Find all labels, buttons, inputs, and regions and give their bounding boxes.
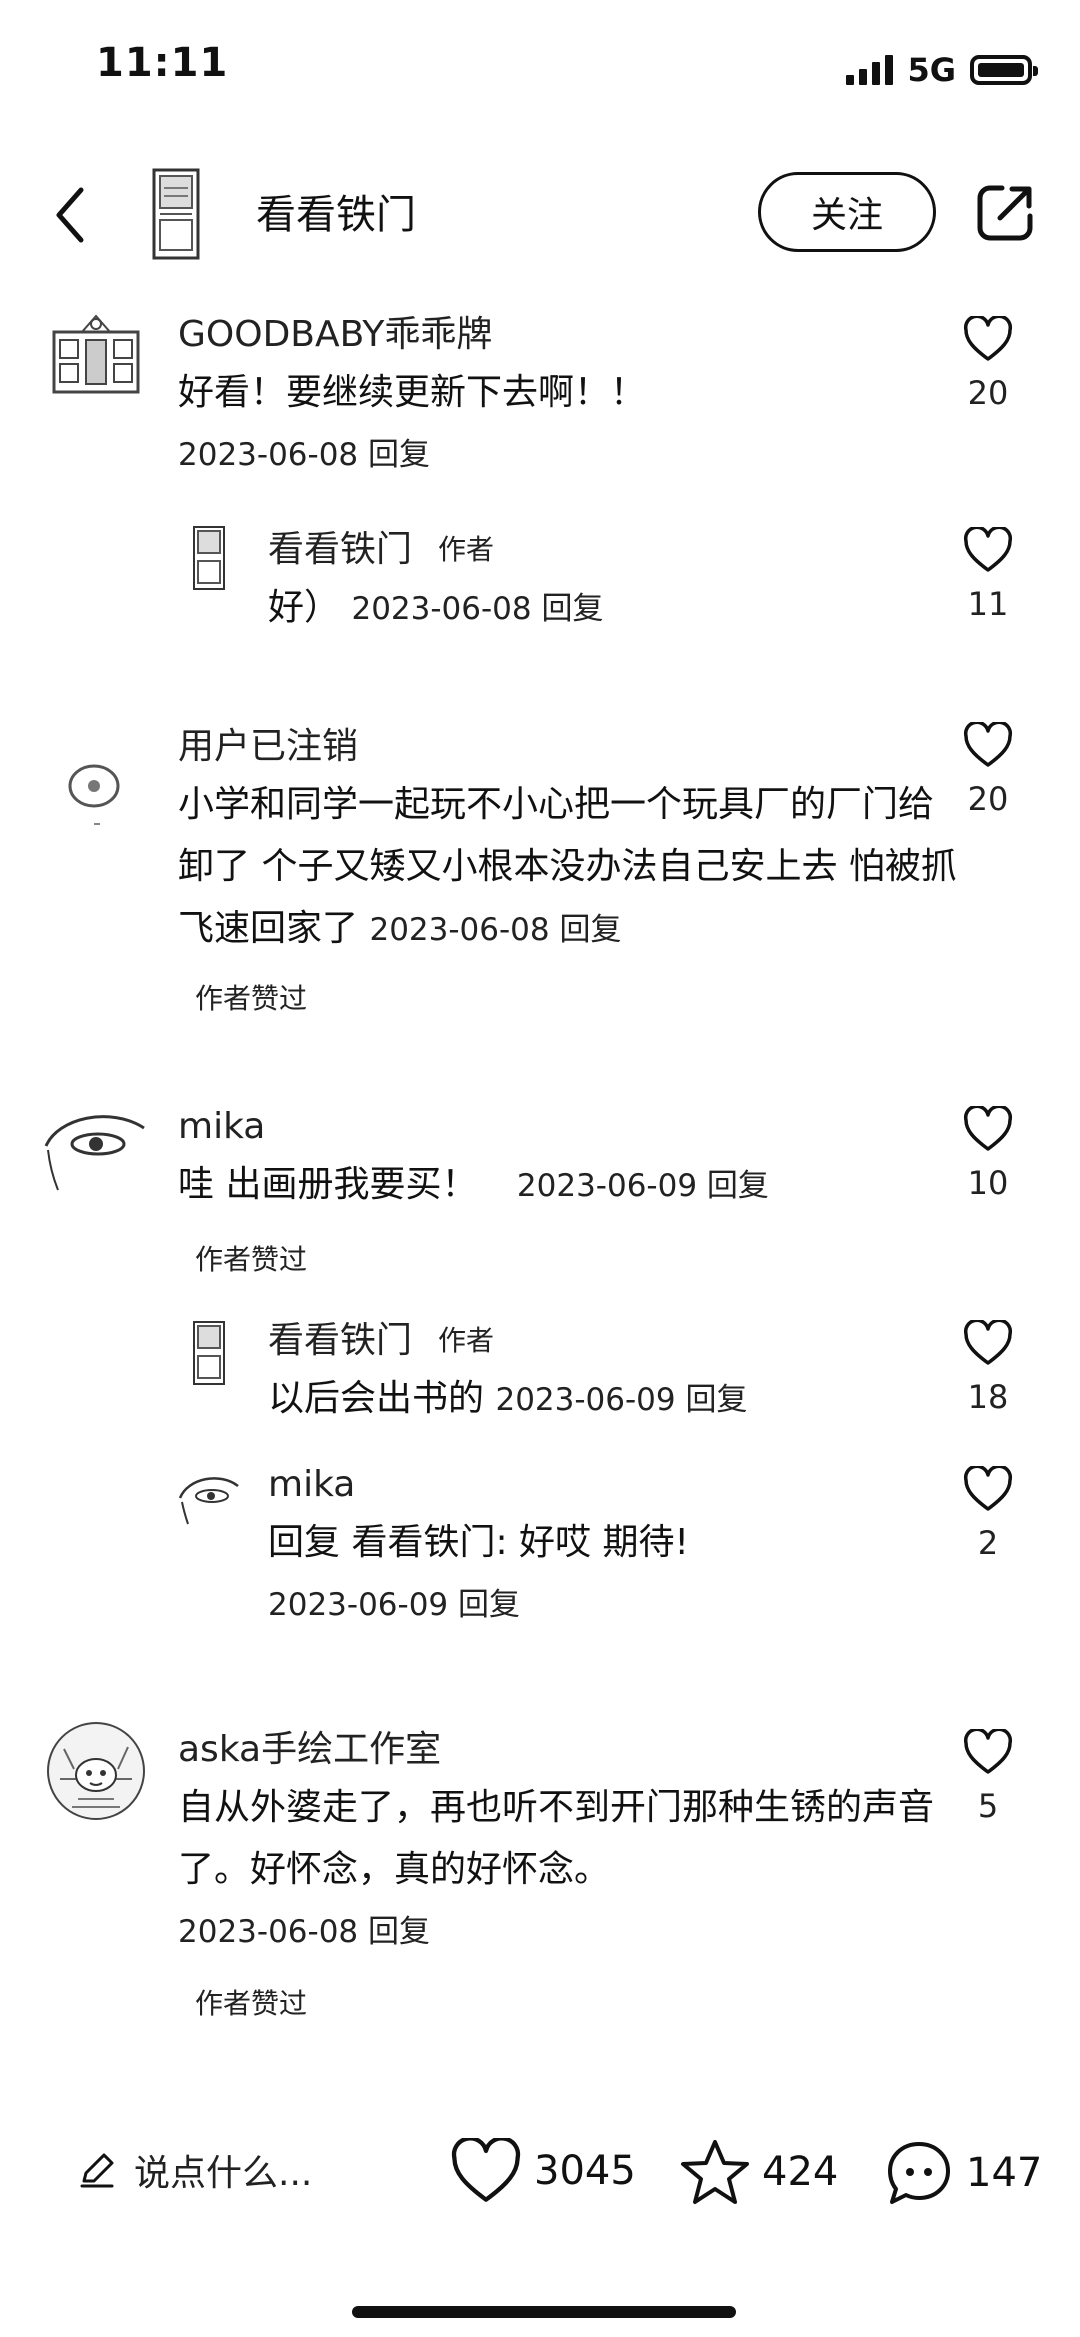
battery-icon <box>970 55 1038 85</box>
heart-icon <box>963 1320 1013 1365</box>
reply-username[interactable]: 看看铁门 <box>268 1316 412 1366</box>
reply-date-reply[interactable]: 2023-06-09 回复 <box>495 1382 747 1418</box>
comment-date-reply[interactable]: 2023-06-08 回复 <box>178 424 948 486</box>
home-indicator[interactable] <box>352 2306 736 2318</box>
favorite-post-button[interactable]: 424 <box>680 2138 838 2206</box>
reply-body: 看看铁门 作者 以后会出书的 2023-06-09 回复 <box>268 1316 948 1431</box>
user-avatar[interactable] <box>44 310 148 414</box>
comment-like[interactable]: 5 <box>948 1729 1028 1825</box>
comment-like[interactable]: 20 <box>948 316 1028 412</box>
user-avatar[interactable] <box>44 1719 148 1823</box>
user-avatar[interactable] <box>44 732 148 836</box>
user-avatar[interactable] <box>40 1098 145 1202</box>
signal-icon <box>846 55 894 85</box>
heart-icon <box>963 1106 1013 1151</box>
heart-icon <box>963 316 1013 361</box>
user-avatar[interactable] <box>190 525 232 590</box>
reply-username[interactable]: mika <box>268 1460 948 1510</box>
like-count: 5 <box>977 1787 999 1825</box>
share-button[interactable] <box>976 182 1036 242</box>
comment-text: 自从外婆走了，再也听不到开门那种生锈的声音了。好怀念，真的好怀念。 <box>178 1787 935 1890</box>
post-favorite-count: 424 <box>762 2149 839 2195</box>
comment-body: 用户已注销 小学和同学一起玩不小心把一个玩具厂的厂门给卸了 个子又矮又小根本没办… <box>178 722 958 961</box>
comment-username[interactable]: mika <box>178 1102 948 1152</box>
reply-text: 回复 看看铁门: 好哎 期待! <box>268 1522 689 1563</box>
like-count: 20 <box>967 374 1009 412</box>
like-post-button[interactable]: 3045 <box>450 2138 636 2204</box>
reply-date-reply[interactable]: 2023-06-09 回复 <box>268 1574 948 1636</box>
heart-icon <box>963 527 1013 572</box>
author-tag: 作者 <box>438 1324 495 1357</box>
header: 看看铁门 关注 <box>0 160 1080 270</box>
status-time: 11:11 <box>96 40 229 86</box>
star-icon <box>681 2140 749 2204</box>
post-like-count: 3045 <box>534 2148 636 2194</box>
comment-username[interactable]: aska手绘工作室 <box>178 1725 948 1775</box>
reply-text: 好） <box>268 587 341 628</box>
bottom-action-bar: 说点什么... 3045 424 147 <box>0 2130 1080 2220</box>
back-button[interactable] <box>40 180 100 250</box>
reply-body: 看看铁门 作者 好） 2023-06-08 回复 <box>268 525 948 640</box>
comment-like[interactable]: 20 <box>948 722 1028 818</box>
reply-text: 以后会出书的 <box>268 1378 485 1419</box>
comment-username[interactable]: GOODBABY乖乖牌 <box>178 310 948 360</box>
post-comment-count: 147 <box>966 2150 1043 2196</box>
author-liked-tag: 作者赞过 <box>195 1987 308 2020</box>
comment-date-reply[interactable]: 2023-06-08 回复 <box>178 1901 948 1963</box>
comment-date-reply[interactable]: 2023-06-09 回复 <box>517 1168 769 1204</box>
reply-body: mika 回复 看看铁门: 好哎 期待! 2023-06-09 回复 <box>268 1460 948 1636</box>
comment-date-reply[interactable]: 2023-06-08 回复 <box>369 912 621 948</box>
comment-body: aska手绘工作室 自从外婆走了，再也听不到开门那种生锈的声音了。好怀念，真的好… <box>178 1725 948 1963</box>
page-title: 看看铁门 <box>256 192 416 238</box>
like-count: 11 <box>967 585 1009 623</box>
comment-text: 哇 出画册我要买！ <box>178 1164 478 1205</box>
heart-icon <box>451 2138 521 2202</box>
reply-like[interactable]: 2 <box>948 1466 1028 1562</box>
heart-icon <box>963 722 1013 767</box>
reply-username[interactable]: 看看铁门 <box>268 525 412 575</box>
follow-button[interactable]: 关注 <box>758 172 936 252</box>
like-count: 10 <box>967 1164 1009 1202</box>
reply-like[interactable]: 11 <box>948 527 1028 623</box>
author-avatar[interactable] <box>150 168 202 260</box>
status-bar: 11:11 5G <box>0 0 1080 140</box>
like-count: 2 <box>977 1524 999 1562</box>
comment-like[interactable]: 10 <box>948 1106 1028 1202</box>
user-avatar[interactable] <box>190 1320 232 1385</box>
status-indicators: 5G <box>846 48 1038 92</box>
reply-date-reply[interactable]: 2023-06-08 回复 <box>351 591 603 627</box>
network-label: 5G <box>907 51 956 89</box>
heart-icon <box>963 1466 1013 1511</box>
comment-input[interactable]: 说点什么... <box>78 2144 312 2196</box>
author-liked-tag: 作者赞过 <box>195 1243 308 1276</box>
author-liked-tag: 作者赞过 <box>195 982 308 1015</box>
share-icon <box>977 185 1033 241</box>
comment-body: mika 哇 出画册我要买！ 2023-06-09 回复 <box>178 1102 948 1217</box>
comment-post-button[interactable]: 147 <box>884 2138 1042 2208</box>
comment-bubble-icon <box>888 2142 950 2204</box>
comment-input-placeholder: 说点什么... <box>134 2153 313 2194</box>
chevron-left-icon <box>56 187 84 243</box>
like-count: 18 <box>967 1378 1009 1416</box>
reply-like[interactable]: 18 <box>948 1320 1028 1416</box>
comment-username[interactable]: 用户已注销 <box>178 722 958 772</box>
user-avatar[interactable] <box>176 1468 242 1528</box>
pencil-icon <box>80 2153 114 2188</box>
comment-text: 好看！要继续更新下去啊！！ <box>178 372 647 413</box>
like-count: 20 <box>967 780 1009 818</box>
heart-icon <box>963 1729 1013 1774</box>
author-tag: 作者 <box>438 533 495 566</box>
comment-body: GOODBABY乖乖牌 好看！要继续更新下去啊！！ 2023-06-08 回复 <box>178 310 948 486</box>
